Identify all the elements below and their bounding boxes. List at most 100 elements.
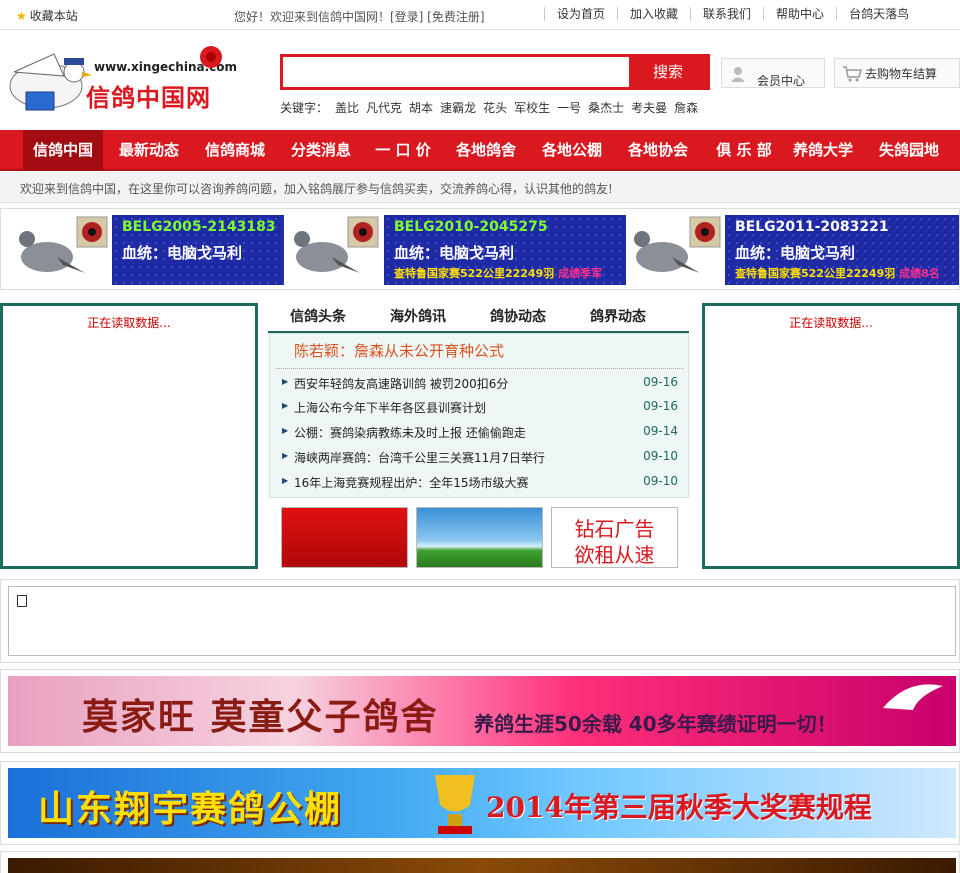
news-title[interactable]: 公棚：赛鸽染病教练未及时上报 还偷偷跑走 — [294, 424, 526, 441]
pigeon-image-icon — [11, 215, 109, 285]
race-result-text: 查特鲁国家赛522公里22249羽 — [735, 267, 896, 280]
trophy-icon — [435, 775, 475, 834]
keyword-link[interactable]: 考夫曼 — [631, 99, 667, 116]
diamond-ad[interactable]: 钻石广告 欲租从速 — [551, 507, 678, 568]
news-panel: 陈若颖：詹森从未公开育种公式 ▶ 西安年轻鸽友高速路训鸽 被罚200扣6分 09… — [269, 333, 689, 498]
keyword-link[interactable]: 速霸龙 — [440, 99, 476, 116]
news-item[interactable]: ▶ 16年上海竞赛规程出炉：全年15场市级大赛 09-10 — [282, 472, 678, 492]
logo-name: 信鸽中国网 — [86, 84, 211, 112]
news-headline[interactable]: 陈若颖：詹森从未公开育种公式 — [294, 340, 504, 361]
bullet-icon: ▶ — [282, 426, 289, 435]
keyword-link[interactable]: 詹森 — [674, 99, 698, 116]
news-tabs: 信鸽头条 海外鸽讯 鸽协动态 鸽界动态 — [268, 303, 689, 333]
cart-icon — [843, 66, 862, 82]
bullet-icon: ▶ — [282, 476, 289, 485]
top-link-help[interactable]: 帮助中心 — [763, 7, 836, 21]
sky-small-ad[interactable] — [416, 507, 543, 568]
news-date: 09-14 — [643, 424, 678, 438]
member-center-label[interactable]: 会员中心 — [757, 66, 807, 97]
right-data-box: 正在读取数据... — [702, 303, 960, 569]
search-button[interactable]: 搜索 — [629, 57, 707, 87]
news-item[interactable]: ▶ 海峡两岸赛鸽：台湾千公里三关赛11月7日举行 09-10 — [282, 447, 678, 467]
sub-welcome-text: 欢迎来到信鸽中国，在这里你可以咨询养鸽问题，加入铭鸽展厅参与信鸽买卖，交流养鸽心… — [20, 182, 613, 196]
pigeon-ad-banner[interactable]: BELG2005-2143183 血统：电脑戈马利 — [112, 215, 284, 285]
keyword-label: 关键字： — [280, 101, 329, 115]
tab-industry[interactable]: 鸽界动态 — [568, 303, 668, 331]
pigeon-ad-banner[interactable]: BELG2011-2083221 血统：电脑戈马利 查特鲁国家赛522公里222… — [725, 215, 959, 285]
news-item[interactable]: ▶ 上海公布今年下半年各区县训赛计划 09-16 — [282, 397, 678, 417]
bloodline: 血统：电脑戈马利 — [122, 244, 243, 262]
keyword-link[interactable]: 桑杰士 — [588, 99, 624, 116]
news-title[interactable]: 16年上海竞赛规程出炉：全年15场市级大赛 — [294, 474, 529, 491]
bloodline: 血统：电脑戈马利 — [735, 244, 856, 262]
favorite-link[interactable]: ★ 收藏本站 — [16, 7, 78, 24]
favorite-label: 收藏本站 — [29, 9, 78, 23]
red-small-ad[interactable] — [281, 507, 408, 568]
news-title[interactable]: 西安年轻鸽友高速路训鸽 被罚200扣6分 — [294, 375, 508, 392]
nav-item-race-centers[interactable]: 各地公棚 — [532, 130, 612, 171]
nav-item-classifieds[interactable]: 分类消息 — [281, 130, 361, 171]
diamond-ad-line1: 钻石广告 — [574, 517, 655, 541]
document-icon — [17, 595, 27, 607]
bullet-icon: ▶ — [282, 377, 289, 386]
pigeon-ad-banner[interactable]: BELG2010-2045275 血统：电脑戈马利 查特鲁国家赛522公里222… — [384, 215, 626, 285]
sub-welcome-bar: 欢迎来到信鸽中国，在这里你可以咨询养鸽问题，加入铭鸽展厅参与信鸽买卖，交流养鸽心… — [0, 172, 960, 203]
loft-banner-1[interactable]: 莫家旺 莫童父子鸽舍 养鸽生涯50余载 40多年赛绩证明一切！ — [0, 669, 960, 753]
left-data-box: 正在读取数据... — [0, 303, 258, 569]
nav-item-fixed-price[interactable]: 一 口 价 — [367, 130, 439, 171]
cart-label[interactable]: 去购物车结算 — [865, 65, 937, 82]
pigeon-photo[interactable] — [626, 215, 724, 285]
keyword-link[interactable]: 一号 — [557, 99, 581, 116]
nav-item-clubs[interactable]: 俱 乐 部 — [704, 130, 784, 171]
notice-box — [8, 586, 956, 656]
pigeon-ad-row: BELG2005-2143183 血统：电脑戈马利 BELG2010-20452… — [0, 208, 960, 290]
loft-banner-1-image: 莫家旺 莫童父子鸽舍 养鸽生涯50余载 40多年赛绩证明一切！ — [8, 676, 956, 746]
race-result-text: 查特鲁国家赛522公里22249羽 — [394, 267, 555, 280]
keyword-link[interactable]: 军校生 — [514, 99, 550, 116]
keyword-link[interactable]: 胡本 — [409, 99, 433, 116]
nav-item-home[interactable]: 信鸽中国 — [23, 130, 103, 171]
loft-banner-2-image: 山东翔宇赛鸽公棚 2014年第三届秋季大奖赛规程 — [8, 768, 956, 838]
news-item[interactable]: ▶ 公棚：赛鸽染病教练未及时上报 还偷偷跑走 09-14 — [282, 422, 678, 442]
welcome-text[interactable]: 您好！欢迎来到信鸽中国网！[登录] [免费注册] — [234, 8, 485, 25]
user-icon — [731, 67, 745, 82]
search-input[interactable] — [283, 57, 629, 87]
loft-banner-3[interactable] — [0, 851, 960, 873]
banner-1-sub: 养鸽生涯50余载 40多年赛绩证明一切！ — [474, 712, 837, 736]
keyword-link[interactable]: 盖比 — [335, 99, 359, 116]
main-nav: 信鸽中国 最新动态 信鸽商城 分类消息 一 口 价 各地鸽舍 各地公棚 各地协会… — [0, 130, 960, 171]
news-item[interactable]: ▶ 西安年轻鸽友高速路训鸽 被罚200扣6分 09-16 — [282, 373, 678, 393]
keyword-list: 关键字： 盖比 凡代克 胡本 速霸龙 花头 军校生 一号 桑杰士 考夫曼 詹森 — [280, 99, 698, 116]
news-title[interactable]: 海峡两岸赛鸽：台湾千公里三关赛11月7日举行 — [294, 449, 545, 466]
nav-item-lost-pigeons[interactable]: 失鸽园地 — [869, 130, 949, 171]
pigeon-photo[interactable] — [286, 215, 384, 285]
loft-banner-2[interactable]: 山东翔宇赛鸽公棚 2014年第三届秋季大奖赛规程 — [0, 761, 960, 845]
top-link-bookmark[interactable]: 加入收藏 — [617, 7, 690, 21]
banner-2-main: 山东翔宇赛鸽公棚 — [38, 789, 343, 830]
tab-headlines[interactable]: 信鸽头条 — [268, 303, 368, 331]
top-link-homepage[interactable]: 设为首页 — [544, 7, 617, 21]
keyword-link[interactable]: 花头 — [483, 99, 507, 116]
tab-overseas[interactable]: 海外鸽讯 — [368, 303, 468, 331]
nav-item-mall[interactable]: 信鸽商城 — [195, 130, 275, 171]
news-date: 09-10 — [643, 474, 678, 488]
nav-item-lofts[interactable]: 各地鸽舍 — [446, 130, 526, 171]
nav-item-university[interactable]: 养鸽大学 — [783, 130, 863, 171]
site-logo[interactable]: www.xingechina.com 信鸽中国网 — [4, 42, 237, 120]
keyword-link[interactable]: 凡代克 — [366, 99, 402, 116]
headline-divider — [276, 368, 684, 369]
pigeon-image-icon — [286, 215, 384, 285]
diamond-ad-line2: 欲租从速 — [574, 543, 655, 567]
pigeon-photo[interactable] — [11, 215, 109, 285]
tab-association[interactable]: 鸽协动态 — [468, 303, 568, 331]
top-link-lost-pigeon[interactable]: 台鸽天落鸟 — [836, 7, 921, 21]
bullet-icon: ▶ — [282, 451, 289, 460]
banner-2-sub: 2014年第三届秋季大奖赛规程 — [486, 791, 872, 824]
top-links: 设为首页 加入收藏 联系我们 帮助中心 台鸽天落鸟 — [544, 7, 921, 21]
top-link-contact[interactable]: 联系我们 — [690, 7, 763, 21]
nav-item-news[interactable]: 最新动态 — [109, 130, 189, 171]
race-result: 查特鲁国家赛522公里22249羽 成绩8名 — [735, 265, 940, 281]
news-date: 09-16 — [643, 375, 678, 389]
nav-item-associations[interactable]: 各地协会 — [618, 130, 698, 171]
news-title[interactable]: 上海公布今年下半年各区县训赛计划 — [294, 399, 486, 416]
